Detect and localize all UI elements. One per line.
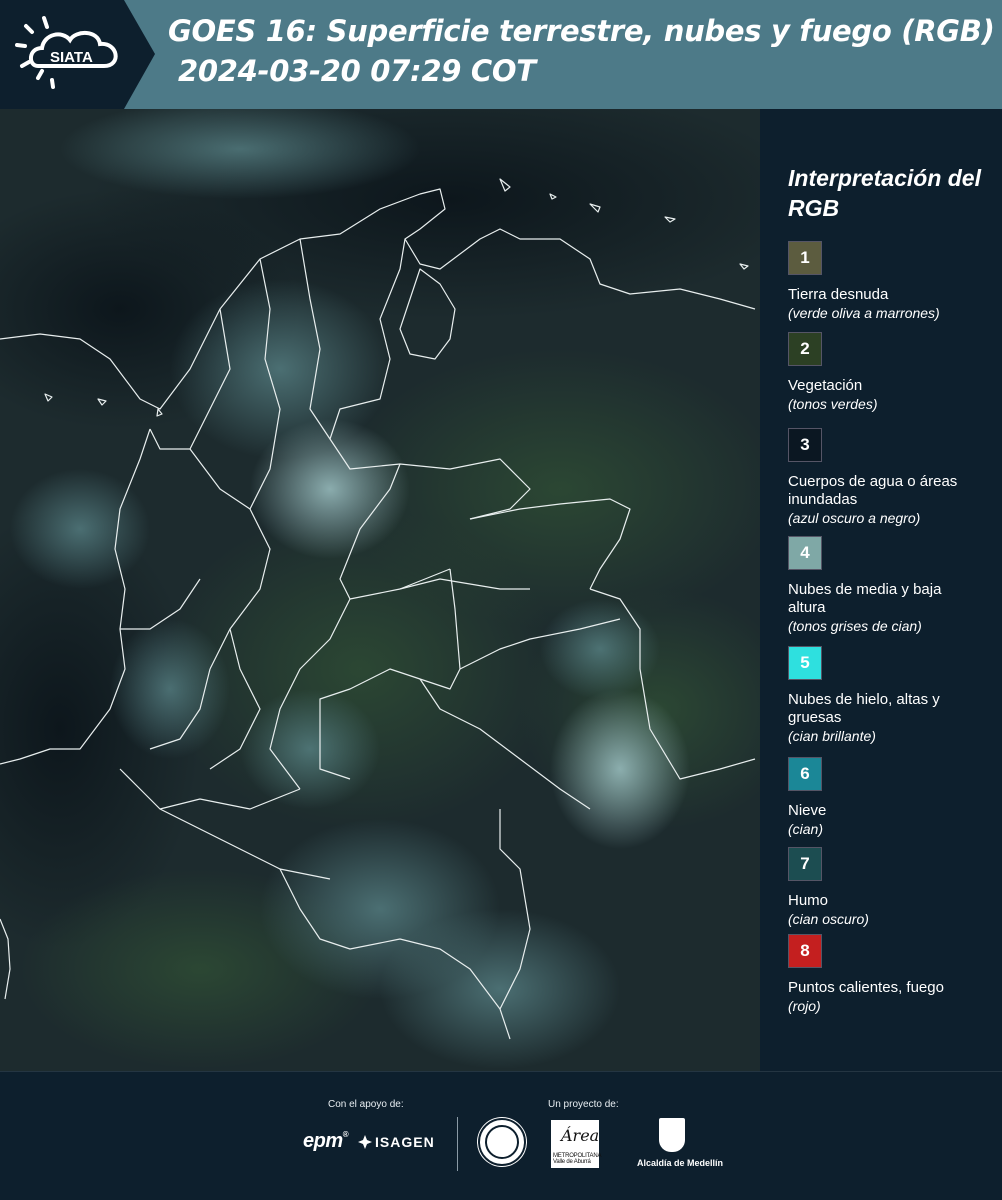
isagen-logo: ISAGEN [358,1134,435,1150]
legend-item: 1 Tierra desnuda (verde oliva a marrones) [788,241,998,322]
legend-item: 8 Puntos calientes, fuego (rojo) [788,934,998,1015]
legend-item: 5 Nubes de hielo, altas y gruesas (cian br… [788,646,998,745]
legend-swatch: 4 [788,536,822,570]
page-title: GOES 16: Superficie terrestre, nubes y f… [168,14,995,48]
legend-swatch: 8 [788,934,822,968]
legend-description: (tonos grises de cian) [788,618,922,634]
map-canvas [0,109,760,1071]
isagen-icon [358,1135,372,1149]
legend-description: (azul oscuro a negro) [788,510,921,526]
legend-description: (tonos verdes) [788,396,878,412]
legend-description: (verde oliva a marrones) [788,305,940,321]
legend-panel: Interpretación del RGB 1 Tierra desnuda (v… [760,109,1002,1071]
legend-description: (cian) [788,821,824,837]
legend-item: 3 Cuerpos de agua o áreas inundadas (azul … [788,428,998,527]
legend-label: Nubes de media y baja altura [788,581,942,616]
timestamp: 2024-03-20 07:29 COT [178,54,536,88]
epm-logo: epm® [303,1130,349,1152]
legend-item: 6 Nieve (cian) [788,757,998,838]
project-caption: Un proyecto de: [548,1099,619,1110]
alcaldia-medellin-logo: Alcaldía de Medellín [637,1118,723,1176]
legend-item: 7 Humo (cian oscuro) [788,847,998,928]
logo-text: SIATA [50,49,93,66]
area-metropolitana-logo: Área METROPOLITANA Valle de Aburrá [551,1120,601,1168]
legend-label: Puntos calientes, fuego [788,979,944,996]
legend-swatch: 3 [788,428,822,462]
legend-description: (cian brillante) [788,728,876,744]
support-caption: Con el apoyo de: [328,1099,404,1110]
legend-label: Nubes de hielo, altas y gruesas [788,691,940,726]
legend-item: 4 Nubes de media y baja altura (tonos gris… [788,536,998,635]
satellite-map[interactable] [0,109,760,1071]
legend-label: Cuerpos de agua o áreas inundadas [788,473,958,508]
legend-item: 2 Vegetación (tonos verdes) [788,332,998,413]
legend-label: Nieve [788,802,827,819]
legend-label: Humo [788,892,829,909]
legend-label: Vegetación [788,377,863,394]
shield-icon [659,1118,685,1152]
footer-divider [457,1117,458,1171]
legend-swatch: 6 [788,757,822,791]
university-seal-icon [478,1118,526,1166]
legend-swatch: 5 [788,646,822,680]
legend-swatch: 1 [788,241,822,275]
legend-swatch: 7 [788,847,822,881]
footer: Con el apoyo de: Un proyecto de: epm® IS… [0,1071,1002,1200]
legend-description: (rojo) [788,998,821,1014]
legend-title: Interpretación del RGB [788,165,981,221]
legend-swatch: 2 [788,332,822,366]
legend-description: (cian oscuro) [788,911,869,927]
legend-label: Tierra desnuda [788,286,889,303]
siata-logo: SIATA [0,0,155,109]
header-bar: SIATA GOES 16: Superficie terrestre, nub… [0,0,1002,109]
